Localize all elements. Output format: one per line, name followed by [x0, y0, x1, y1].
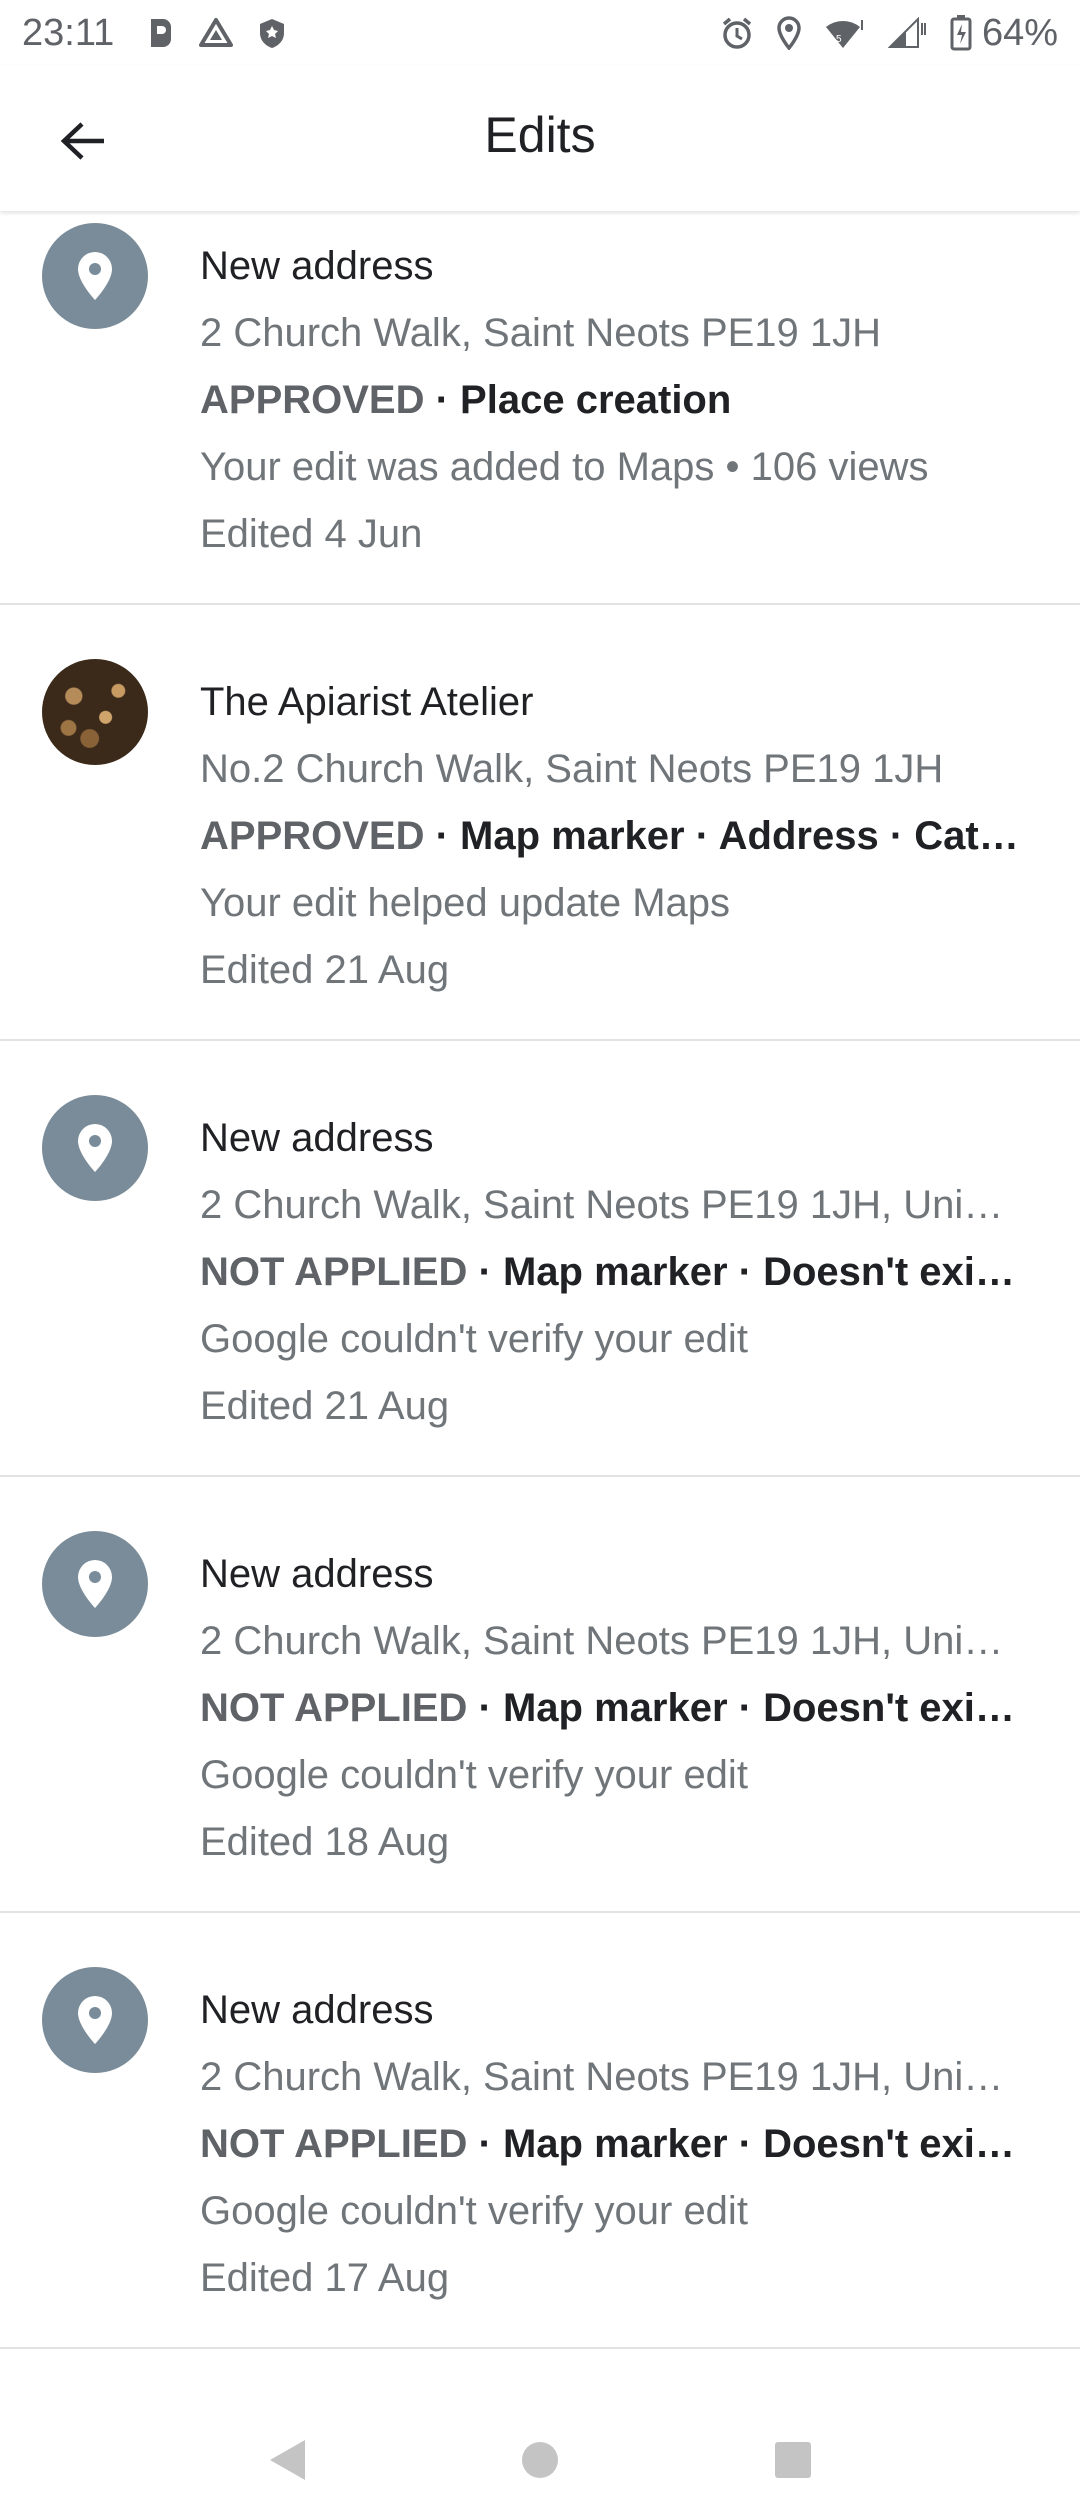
battery-percent: 64%	[981, 11, 1058, 54]
status-left: 23:11	[22, 12, 310, 55]
edit-details: · Place creation	[424, 378, 732, 422]
edit-title: New address	[200, 244, 434, 288]
edit-status-line: APPROVED · Place creation	[200, 367, 1040, 434]
edit-status-line: NOT APPLIED · Map marker · Doesn't exi…	[200, 1239, 1040, 1306]
circle-home-icon	[521, 2442, 558, 2478]
nav-home-button[interactable]	[505, 2425, 575, 2495]
edit-status-line: APPROVED · Map marker · Address · Cat…	[200, 803, 1040, 870]
app-bar: Edits	[0, 66, 1080, 211]
edit-details: · Map marker · Address · Cat…	[424, 814, 1019, 858]
edit-message: Google couldn't verify your edit	[200, 2189, 748, 2233]
edit-title: New address	[200, 1552, 434, 1596]
edit-text: New address 2 Church Walk, Saint Neots P…	[200, 1541, 1040, 1876]
edit-details: · Map marker · Doesn't exi…	[467, 1250, 1015, 1294]
edit-details: · Map marker · Doesn't exi…	[467, 1686, 1015, 1730]
svg-text:5: 5	[836, 34, 842, 45]
location-icon	[776, 16, 802, 50]
shield-icon	[258, 17, 286, 49]
page-title: Edits	[484, 107, 596, 163]
nav-back-button[interactable]	[252, 2425, 322, 2495]
edit-address: 2 Church Walk, Saint Neots PE19 1JH, Uni…	[200, 1619, 1004, 1663]
edit-title: The Apiarist Atelier	[200, 680, 534, 724]
notification-icon	[148, 17, 174, 49]
wifi-icon: 5	[824, 16, 866, 50]
edit-list-item[interactable]: The Apiarist Atelier No.2 Church Walk, S…	[0, 605, 1080, 1041]
edit-date: Edited 4 Jun	[200, 512, 423, 556]
edit-list-item[interactable]: New address 2 Church Walk, Saint Neots P…	[0, 1477, 1080, 1913]
edit-message: Google couldn't verify your edit	[200, 1317, 748, 1361]
edit-date: Edited 18 Aug	[200, 1820, 450, 1864]
place-pin-avatar	[42, 1531, 148, 1637]
edit-address: 2 Church Walk, Saint Neots PE19 1JH, Uni…	[200, 1183, 1004, 1227]
business-photo-avatar	[42, 659, 148, 765]
edit-text: New address 2 Church Walk, Saint Neots P…	[200, 1105, 1040, 1440]
edit-message: Your edit was added to Maps • 106 views	[200, 445, 929, 489]
drive-icon	[198, 17, 234, 49]
edit-status: NOT APPLIED	[200, 1250, 468, 1294]
place-pin-avatar	[42, 223, 148, 329]
edit-date: Edited 21 Aug	[200, 1384, 450, 1428]
alarm-icon	[720, 16, 754, 50]
edit-title: New address	[200, 1116, 434, 1160]
place-pin-icon	[78, 1996, 112, 2044]
edit-text: The Apiarist Atelier No.2 Church Walk, S…	[200, 669, 1040, 1004]
square-recents-icon	[775, 2442, 812, 2478]
edit-status: NOT APPLIED	[200, 1686, 468, 1730]
nav-recents-button[interactable]	[758, 2425, 828, 2495]
place-pin-avatar	[42, 1967, 148, 2073]
edit-date: Edited 21 Aug	[200, 948, 450, 992]
edit-list-item[interactable]: New address 2 Church Walk, Saint Neots P…	[0, 1913, 1080, 2349]
place-pin-icon	[78, 1560, 112, 1608]
place-pin-icon	[78, 252, 112, 300]
triangle-back-icon	[269, 2440, 305, 2480]
edit-address: 2 Church Walk, Saint Neots PE19 1JH	[200, 311, 882, 355]
edit-list-item[interactable]: New address 2 Church Walk, Saint Neots P…	[0, 1041, 1080, 1477]
edit-status-line: NOT APPLIED · Map marker · Doesn't exi…	[200, 1675, 1040, 1742]
edit-address: 2 Church Walk, Saint Neots PE19 1JH, Uni…	[200, 2055, 1004, 2099]
edit-title: New address	[200, 1988, 434, 2032]
edit-message: Your edit helped update Maps	[200, 881, 731, 925]
system-nav-bar	[0, 2400, 1080, 2520]
edit-status: APPROVED	[200, 378, 425, 422]
edit-details: · Map marker · Doesn't exi…	[467, 2122, 1015, 2166]
edit-text: New address 2 Church Walk, Saint Neots P…	[200, 1977, 1040, 2312]
status-right: 5 64%	[698, 12, 1058, 55]
edit-status: NOT APPLIED	[200, 2122, 468, 2166]
status-bar: 23:11 5 64%	[0, 0, 1080, 66]
status-time: 23:11	[22, 11, 115, 54]
edit-text: New address 2 Church Walk, Saint Neots P…	[200, 233, 1040, 568]
edit-status-line: NOT APPLIED · Map marker · Doesn't exi…	[200, 2111, 1040, 2178]
edit-message: Google couldn't verify your edit	[200, 1753, 748, 1797]
edits-list: New address 2 Church Walk, Saint Neots P…	[0, 211, 1080, 2349]
edit-status: APPROVED	[200, 814, 425, 858]
place-pin-icon	[78, 1124, 112, 1172]
signal-icon	[887, 17, 928, 49]
place-pin-avatar	[42, 1095, 148, 1201]
edit-address: No.2 Church Walk, Saint Neots PE19 1JH	[200, 747, 944, 791]
battery-icon	[950, 15, 972, 51]
edit-date: Edited 17 Aug	[200, 2256, 450, 2300]
edit-list-item[interactable]: New address 2 Church Walk, Saint Neots P…	[0, 211, 1080, 605]
